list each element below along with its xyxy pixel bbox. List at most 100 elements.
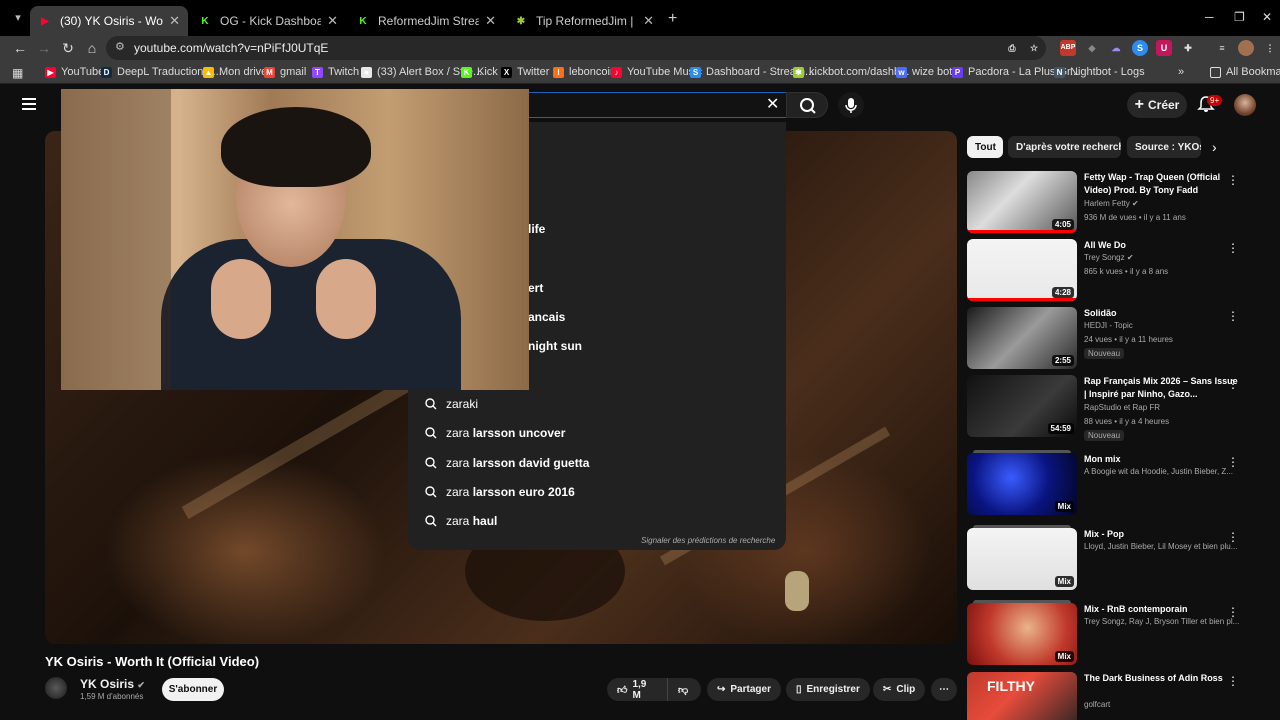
reading-list-icon[interactable]: ≡: [1214, 40, 1230, 56]
site-info-icon[interactable]: ⚙: [115, 40, 125, 53]
search-suggestion[interactable]: ancais: [528, 304, 678, 330]
recommendation-item[interactable]: 2:55 Solidão HEDJI - Topic 24 vues • il y a…: [967, 307, 1267, 373]
filter-chip[interactable]: Tout: [967, 136, 1003, 158]
video-thumbnail[interactable]: 4:28: [967, 239, 1077, 301]
search-suggestion[interactable]: zara haul: [408, 508, 786, 534]
extension-cloud-icon[interactable]: ☁: [1108, 40, 1124, 56]
bookmarks-overflow-icon[interactable]: »: [1178, 66, 1184, 78]
recommendation-item[interactable]: 54:59 Rap Français Mix 2026 – Sans Issue …: [967, 375, 1267, 441]
account-avatar[interactable]: [1234, 94, 1256, 116]
bookmark-item[interactable]: X Twitter: [501, 66, 549, 78]
back-icon[interactable]: ←: [11, 40, 29, 56]
report-predictions-link[interactable]: Signaler des prédictions de recherche: [641, 536, 775, 545]
minimize-button[interactable]: ─: [1205, 10, 1214, 24]
more-options-icon[interactable]: ⋮: [1227, 241, 1239, 255]
bookmark-item[interactable]: ▲ Mon drive: [203, 66, 267, 78]
close-tab-icon[interactable]: ✕: [643, 13, 654, 29]
bookmark-item[interactable]: N Nightbot - Logs: [1054, 66, 1145, 78]
install-icon[interactable]: ⎙: [1004, 40, 1020, 56]
recommendation-item[interactable]: Mix Mon mix A Boogie wit da Hoodie, Justin…: [967, 450, 1267, 519]
search-suggestion[interactable]: zara larsson david guetta: [408, 450, 786, 476]
bookmark-item[interactable]: ♪ YouTube Music: [611, 66, 702, 78]
chevron-right-icon[interactable]: ›: [1212, 139, 1217, 155]
bookmark-star-icon[interactable]: ☆: [1026, 40, 1042, 56]
profile-avatar-icon[interactable]: [1238, 40, 1254, 56]
address-bar[interactable]: ⚙ youtube.com/watch?v=nPiFfJ0UTqE: [106, 36, 1046, 60]
filter-chip[interactable]: D'après votre recherche: [1008, 136, 1121, 158]
recommendation-item[interactable]: Mix Mix - Pop Lloyd, Justin Bieber, Lil Mo…: [967, 525, 1267, 594]
more-options-icon[interactable]: ⋮: [1227, 674, 1239, 688]
dislike-button[interactable]: 👎︎: [667, 678, 701, 701]
channel-name[interactable]: YK Osiris ✔: [80, 677, 145, 691]
extension-s-icon[interactable]: S: [1132, 40, 1148, 56]
browser-tab[interactable]: ✱ Tip ReformedJim | KickBot ✕: [506, 6, 662, 36]
menu-hamburger-icon[interactable]: [22, 98, 36, 113]
search-input[interactable]: [528, 92, 786, 118]
search-suggestion[interactable]: ert: [528, 275, 678, 301]
channel-avatar[interactable]: [45, 677, 67, 699]
recommendation-item[interactable]: 4:28 All We Do Trey Songz ✔ 865 k vues • il…: [967, 239, 1267, 305]
video-thumbnail[interactable]: FILTHY: [967, 672, 1077, 720]
restore-button[interactable]: ❐: [1234, 10, 1245, 24]
search-suggestion[interactable]: zaraki: [408, 391, 786, 417]
video-thumbnail[interactable]: 54:59: [967, 375, 1077, 437]
extension-icon[interactable]: ◆: [1084, 40, 1100, 56]
tab-search-button[interactable]: ▾: [8, 8, 28, 28]
search-suggestion[interactable]: night sun: [528, 333, 678, 359]
new-tab-button[interactable]: +: [668, 10, 677, 28]
bookmark-item[interactable]: ✱ kickbot.com/dashb...: [793, 66, 909, 78]
more-actions-button[interactable]: ⋯: [931, 678, 957, 701]
video-thumbnail[interactable]: 2:55: [967, 307, 1077, 369]
close-window-button[interactable]: ✕: [1262, 10, 1272, 24]
search-icon: [425, 457, 437, 469]
more-options-icon[interactable]: ⋮: [1227, 309, 1239, 323]
close-tab-icon[interactable]: ✕: [327, 13, 338, 29]
browser-tab[interactable]: K ReformedJim Stream - Watch L ✕: [348, 6, 504, 36]
more-options-icon[interactable]: ⋮: [1227, 605, 1239, 619]
voice-search-button[interactable]: [838, 92, 864, 118]
all-bookmarks[interactable]: All Bookmarks: [1210, 66, 1280, 78]
share-button[interactable]: ↪ Partager: [707, 678, 781, 701]
more-options-icon[interactable]: ⋮: [1227, 455, 1239, 469]
adblock-icon[interactable]: ABP: [1060, 40, 1076, 56]
search-suggestion[interactable]: life: [528, 216, 678, 242]
recommendation-item[interactable]: Mix Mix - RnB contemporain Trey Songz, Ray…: [967, 600, 1267, 669]
forward-icon[interactable]: →: [35, 40, 53, 56]
video-thumbnail[interactable]: Mix: [967, 453, 1077, 515]
video-thumbnail[interactable]: 4:05: [967, 171, 1077, 233]
clear-search-icon[interactable]: ✕: [766, 94, 779, 114]
recommendation-item[interactable]: 4:05 Fetty Wap - Trap Queen (Official Vid…: [967, 171, 1267, 237]
bookmark-item[interactable]: K Kick: [461, 66, 498, 78]
save-button[interactable]: ▯ Enregistrer: [786, 678, 870, 701]
bookmark-item[interactable]: M gmail: [264, 66, 306, 78]
more-options-icon[interactable]: ⋮: [1227, 377, 1239, 391]
clip-button[interactable]: ✂ Clip: [873, 678, 926, 701]
video-thumbnail[interactable]: Mix: [967, 528, 1077, 590]
bookmark-item[interactable]: l leboncoin: [553, 66, 616, 78]
extension-shield-icon[interactable]: U: [1156, 40, 1172, 56]
more-options-icon[interactable]: ⋮: [1227, 173, 1239, 187]
apps-grid-icon[interactable]: ▦: [12, 66, 23, 80]
more-options-icon[interactable]: ⋮: [1227, 530, 1239, 544]
close-tab-icon[interactable]: ✕: [485, 13, 496, 29]
browser-tab[interactable]: K OG - Kick Dashboard ✕: [190, 6, 346, 36]
browser-tab[interactable]: ▶ (30) YK Osiris - Worth It (Officia ✕: [30, 6, 188, 36]
recommendation-item[interactable]: FILTHY The Dark Business of Adin Ross golf…: [967, 672, 1267, 720]
menu-kebab-icon[interactable]: ⋮: [1262, 40, 1278, 56]
plus-icon: +: [1134, 96, 1144, 113]
like-button[interactable]: 👍︎ 1,9 M: [607, 678, 667, 701]
search-button[interactable]: [786, 92, 828, 118]
subscribe-button[interactable]: S'abonner: [162, 678, 224, 701]
home-icon[interactable]: ⌂: [83, 40, 101, 56]
close-tab-icon[interactable]: ✕: [169, 13, 180, 29]
filter-chip[interactable]: Source : YKOsiris: [1127, 136, 1201, 158]
extensions-puzzle-icon[interactable]: ✚: [1180, 40, 1196, 56]
create-button[interactable]: + Créer: [1127, 92, 1187, 118]
video-thumbnail[interactable]: Mix: [967, 603, 1077, 665]
reload-icon[interactable]: ↻: [59, 40, 77, 57]
bookmark-item[interactable]: w wize bot: [896, 66, 952, 78]
search-suggestion[interactable]: zara larsson euro 2016: [408, 479, 786, 505]
bookmark-item[interactable]: T Twitch: [312, 66, 359, 78]
bookmark-item[interactable]: ▶ YouTube: [45, 66, 104, 78]
search-suggestion[interactable]: zara larsson uncover: [408, 420, 786, 446]
